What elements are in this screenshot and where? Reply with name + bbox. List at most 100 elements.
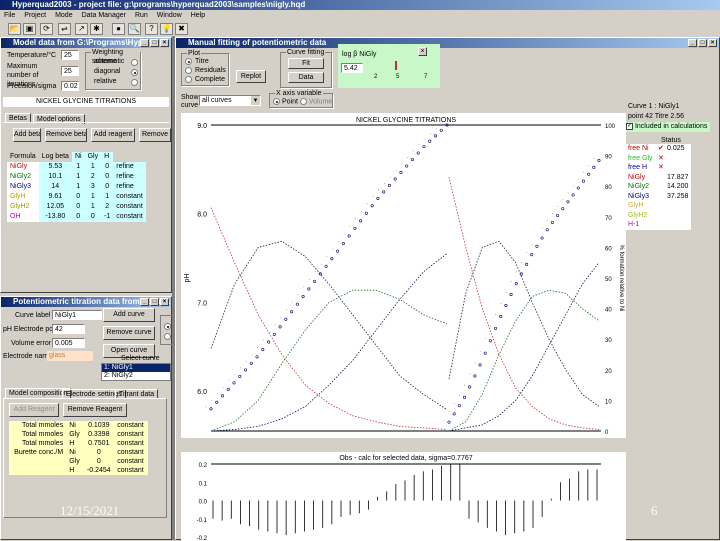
cell-s[interactable]: refine bbox=[113, 162, 146, 172]
ph-observed-point[interactable] bbox=[468, 385, 472, 389]
ph-observed-point[interactable] bbox=[571, 193, 575, 197]
cell[interactable] bbox=[9, 466, 66, 475]
cross-icon[interactable]: ✕ bbox=[658, 154, 667, 164]
ph-observed-point[interactable] bbox=[347, 234, 351, 238]
cell-b[interactable]: 12.05 bbox=[38, 202, 72, 212]
table-row[interactable]: NiGly2 10.1 1 2 0 refine bbox=[7, 172, 146, 182]
cell-f[interactable]: NiGly3 bbox=[7, 182, 39, 192]
data-button[interactable]: Data bbox=[288, 72, 324, 83]
titration-window-title[interactable]: Potentiometric titration data from G:\Pr… bbox=[1, 297, 171, 307]
maximize-icon[interactable]: □ bbox=[150, 39, 159, 47]
weighting-option[interactable]: relative bbox=[94, 78, 138, 86]
ph-observed-point[interactable] bbox=[428, 139, 432, 143]
radio[interactable] bbox=[131, 69, 138, 76]
ph-observed-point[interactable] bbox=[422, 145, 426, 149]
ph-observed-point[interactable] bbox=[370, 204, 374, 208]
model-window-title[interactable]: Model data from G:\Programs\Hyperq... _ □… bbox=[1, 38, 171, 48]
replot-button[interactable]: Replot bbox=[236, 70, 266, 83]
ph-observed-point[interactable] bbox=[336, 249, 340, 253]
radio[interactable] bbox=[185, 67, 192, 74]
ph-observed-point[interactable] bbox=[566, 200, 570, 204]
cell-h[interactable]: 0 bbox=[101, 182, 114, 192]
cell[interactable]: constant bbox=[114, 439, 148, 448]
cell[interactable]: Ni bbox=[66, 448, 83, 457]
ph-observed-point[interactable] bbox=[525, 262, 529, 266]
ph-observed-point[interactable] bbox=[540, 236, 544, 240]
ph-observed-point[interactable] bbox=[462, 395, 467, 399]
species-row[interactable]: H-1 bbox=[626, 220, 691, 230]
cell[interactable]: Ni bbox=[66, 421, 83, 430]
ph-observed-point[interactable] bbox=[514, 282, 518, 286]
ph-observed-point[interactable] bbox=[330, 257, 334, 261]
ph-observed-point[interactable] bbox=[439, 128, 443, 132]
weighting-option[interactable]: diagonal bbox=[94, 68, 138, 76]
cell[interactable]: constant bbox=[114, 430, 148, 439]
chevron-down-icon[interactable]: ▼ bbox=[251, 96, 260, 105]
show-curve-select[interactable]: all curves ▼ bbox=[199, 95, 261, 106]
search-icon[interactable]: 🔍 bbox=[128, 23, 141, 35]
cell-b[interactable]: 14 bbox=[38, 182, 72, 192]
fit-button[interactable]: Fit bbox=[288, 58, 324, 69]
ph-observed-point[interactable] bbox=[284, 317, 288, 321]
cross-icon[interactable] bbox=[658, 201, 667, 211]
ph-observed-point[interactable] bbox=[452, 412, 456, 416]
plot-option[interactable]: Residuals bbox=[185, 67, 226, 74]
cross-icon[interactable] bbox=[658, 182, 667, 192]
close-icon[interactable]: × bbox=[160, 298, 169, 306]
cell[interactable]: Burette conc./M bbox=[9, 448, 66, 457]
species-row[interactable]: NiGly2 14.200 bbox=[626, 182, 691, 192]
ph-observed-point[interactable] bbox=[483, 351, 487, 355]
help-icon[interactable]: ? bbox=[145, 23, 158, 35]
cell-s[interactable]: constant bbox=[113, 212, 146, 222]
cell[interactable]: 0.1039 bbox=[83, 421, 114, 430]
cell-f[interactable]: NiGly2 bbox=[7, 172, 39, 182]
cell-ni[interactable]: 0 bbox=[71, 202, 85, 212]
ph-observed-point[interactable] bbox=[457, 404, 461, 408]
ph-observed-point[interactable] bbox=[220, 394, 225, 398]
close-icon[interactable]: × bbox=[160, 39, 169, 47]
cell[interactable]: 0.3398 bbox=[83, 430, 114, 439]
iterations-input[interactable]: 25 bbox=[61, 66, 79, 76]
checkbox-icon[interactable]: ✓ bbox=[626, 122, 633, 130]
plot-option[interactable]: Titre bbox=[185, 58, 209, 65]
cell-ni[interactable]: 0 bbox=[71, 212, 85, 222]
ph-observed-point[interactable] bbox=[238, 374, 242, 378]
fitting-window-title[interactable]: Manual fitting of potentiometric data _ □… bbox=[176, 38, 719, 48]
remove-reagent-button[interactable]: Remove Reagent bbox=[63, 403, 127, 417]
table-row[interactable]: Total mmoles Gly 0.3398 constant bbox=[9, 430, 148, 439]
cell-h[interactable]: 0 bbox=[101, 162, 114, 172]
volume-error-input[interactable]: 0.005 bbox=[52, 338, 85, 348]
refresh-icon[interactable]: ⟳ bbox=[40, 23, 53, 35]
cell-f[interactable]: GlyH2 bbox=[7, 202, 39, 212]
ph-observed-point[interactable] bbox=[278, 325, 282, 329]
species-row[interactable]: free Ni ✔ 0.025 bbox=[626, 144, 691, 154]
ph-observed-point[interactable] bbox=[382, 190, 386, 194]
table-row[interactable]: H -0.2454 constant bbox=[9, 466, 148, 475]
ph-observed-point[interactable] bbox=[410, 157, 415, 162]
menu-item-project[interactable]: Project bbox=[24, 10, 46, 21]
cell-b[interactable]: 10.1 bbox=[38, 172, 72, 182]
ph-observed-point[interactable] bbox=[433, 134, 438, 138]
cell-ni[interactable]: 0 bbox=[71, 192, 85, 202]
ph-observed-point[interactable] bbox=[447, 420, 451, 424]
ph-observed-point[interactable] bbox=[324, 264, 328, 268]
species-row[interactable]: NiGly3 37.258 bbox=[626, 192, 691, 202]
ph-observed-point[interactable] bbox=[255, 355, 259, 359]
equilibria-icon[interactable]: ⇌ bbox=[58, 23, 71, 35]
ph-observed-point[interactable] bbox=[592, 165, 596, 169]
ph-observed-point[interactable] bbox=[393, 177, 397, 181]
species-icon[interactable]: ✱ bbox=[90, 23, 103, 35]
ph-observed-point[interactable] bbox=[387, 183, 391, 188]
ph-observed-point[interactable] bbox=[535, 244, 539, 248]
points-input[interactable]: 42 bbox=[52, 324, 85, 334]
cell[interactable]: Gly bbox=[66, 430, 83, 439]
ph-observed-point[interactable] bbox=[261, 348, 265, 352]
radio[interactable] bbox=[131, 59, 138, 66]
ph-observed-point[interactable] bbox=[488, 339, 492, 343]
cell-gly[interactable]: 0 bbox=[84, 212, 102, 222]
ph-observed-point[interactable] bbox=[561, 207, 565, 211]
ph-observed-point[interactable] bbox=[226, 387, 230, 391]
ph-observed-point[interactable] bbox=[272, 332, 276, 336]
ph-observed-point[interactable] bbox=[215, 400, 219, 404]
parameter-value-input[interactable]: 5.42 bbox=[341, 63, 363, 73]
